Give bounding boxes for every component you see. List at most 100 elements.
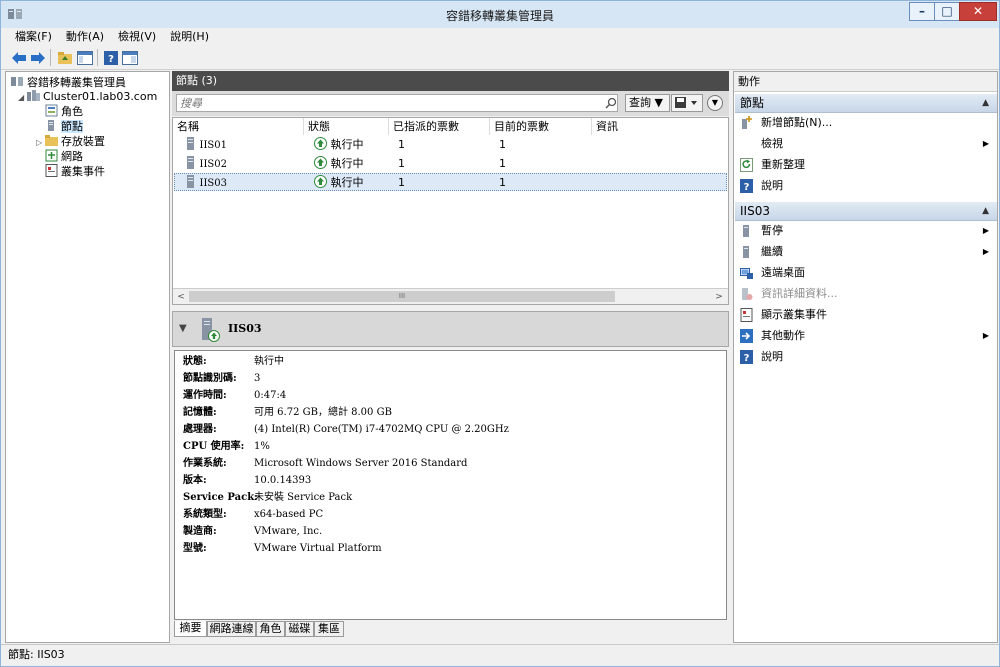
action-resume[interactable]: 繼續 ▶ [735, 242, 997, 262]
column-header-assigned-votes[interactable]: 已指派的票數 [389, 118, 490, 135]
column-header-current-votes[interactable]: 目前的票數 [490, 118, 592, 135]
maximize-button[interactable]: □ [934, 2, 960, 21]
menu-file[interactable]: 檔案(F) [8, 28, 59, 46]
events-icon [45, 164, 58, 177]
svg-text:?: ? [744, 353, 750, 364]
properties-pane-icon[interactable] [121, 49, 139, 66]
action-help[interactable]: ? 說明 [735, 176, 997, 196]
pause-node-icon [743, 225, 749, 237]
more-actions-icon [740, 329, 753, 343]
up-folder-icon[interactable] [56, 49, 74, 66]
status-bar: 節點: IIS03 [1, 644, 999, 666]
action-add-node[interactable]: 新增節點(N)... [735, 113, 997, 133]
node-status-cell: 執行中 [314, 136, 364, 154]
action-help-node[interactable]: ? 說明 [735, 347, 997, 367]
search-bar: 查詢 ▼ ▼ [172, 91, 729, 116]
svg-text:?: ? [744, 182, 750, 193]
action-pause[interactable]: 暫停 ▶ [735, 221, 997, 241]
nodes-icon [48, 120, 54, 131]
toolbar: ? [1, 46, 999, 70]
horizontal-scrollbar[interactable]: < III > [173, 288, 728, 304]
action-info-details[interactable]: 資訊詳細資料... [735, 284, 997, 304]
expand-icon[interactable]: ▷ [36, 138, 42, 147]
collapse-chevron-icon[interactable]: ▼ [179, 323, 187, 334]
tree-item-roles[interactable]: 角色 [45, 104, 83, 119]
action-group-iis03[interactable]: IIS03 ▲ [735, 202, 997, 221]
help-icon[interactable]: ? [102, 49, 120, 66]
column-header-info[interactable]: 資訊 [592, 118, 728, 135]
column-header-name[interactable]: 名稱 [173, 118, 304, 135]
tab-network-connections[interactable]: 網路連線 [207, 621, 256, 637]
tree-item-cluster-events[interactable]: 叢集事件 [45, 164, 105, 179]
title-bar: 容錯移轉叢集管理員 – □ ✕ [1, 1, 999, 28]
forward-icon[interactable] [29, 49, 47, 66]
action-group-nodes[interactable]: 節點 ▲ [735, 94, 997, 113]
minimize-button[interactable]: – [909, 2, 935, 21]
server-icon [187, 156, 194, 169]
node-status-cell: 執行中 [314, 174, 364, 192]
summary-panel: 狀態: 執行中 節點識別碼: 3 運作時間: 0:47:4 記憶體: 可用 6.72 G… [174, 350, 727, 620]
tree-item-storage[interactable]: 存放裝置 [45, 134, 105, 149]
collapse-icon[interactable]: ◢ [18, 93, 24, 102]
server-icon [187, 137, 194, 150]
node-status-cell: 執行中 [314, 155, 364, 173]
action-show-cluster-events[interactable]: 顯示叢集事件 [735, 305, 997, 325]
menu-view[interactable]: 檢視(V) [111, 28, 163, 46]
refresh-icon [740, 158, 753, 172]
query-dropdown-button[interactable]: 查詢 ▼ [625, 94, 670, 112]
collapse-up-icon[interactable]: ▲ [982, 94, 989, 113]
search-icon[interactable] [605, 97, 617, 109]
search-input[interactable] [176, 94, 618, 112]
status-up-icon [314, 156, 327, 169]
save-icon [675, 97, 697, 108]
events-icon [740, 308, 753, 322]
expand-options-icon[interactable]: ▼ [707, 95, 723, 111]
window-title: 容錯移轉叢集管理員 [445, 9, 554, 23]
table-row-selected[interactable]: IIS03 執行中 1 1 [174, 173, 727, 191]
storage-icon [45, 135, 58, 146]
detail-header: ▼ IIS03 [172, 311, 729, 347]
info-details-icon [742, 288, 753, 300]
action-remote-desktop[interactable]: 遠端桌面 [735, 263, 997, 283]
tab-summary[interactable]: 摘要 [174, 621, 207, 637]
table-row[interactable]: IIS01 執行中 1 1 [174, 136, 727, 154]
scroll-thumb[interactable]: III [189, 291, 615, 302]
tab-pools[interactable]: 集區 [314, 621, 344, 637]
tree-item-nodes[interactable]: 節點 [45, 119, 83, 134]
node-name-cell: IIS02 [186, 155, 227, 174]
back-icon[interactable] [10, 49, 28, 66]
tree-cluster[interactable]: Cluster01.lab03.com [27, 89, 157, 104]
remote-desktop-icon [740, 268, 753, 279]
actions-pane: 動作 節點 ▲ 新增節點(N)... 檢視 ▶ 重新整理 ? 說明 IIS03 ▲ 暫停… [733, 71, 998, 643]
submenu-arrow-icon: ▶ [982, 331, 989, 340]
tab-roles[interactable]: 角色 [256, 621, 285, 637]
scroll-right-icon[interactable]: > [712, 290, 726, 304]
action-view[interactable]: 檢視 ▶ [735, 134, 997, 154]
action-more-actions[interactable]: 其他動作 ▶ [735, 326, 997, 346]
submenu-arrow-icon: ▶ [982, 226, 989, 235]
server-up-icon [202, 318, 220, 342]
collapse-up-icon[interactable]: ▲ [982, 202, 989, 221]
current-votes-cell: 1 [499, 138, 506, 151]
nodes-grid: 名稱 狀態 已指派的票數 目前的票數 資訊 IIS01 執行中 1 1 IIS0… [172, 117, 729, 305]
menu-help[interactable]: 說明(H) [163, 28, 216, 46]
tree-item-networks[interactable]: 網路 [45, 149, 83, 164]
column-header-status[interactable]: 狀態 [304, 118, 389, 135]
show-hide-tree-icon[interactable] [76, 49, 94, 66]
close-button[interactable]: ✕ [959, 2, 997, 21]
tab-disks[interactable]: 磁碟 [285, 621, 314, 637]
cluster-manager-icon [11, 77, 23, 86]
table-row[interactable]: IIS02 執行中 1 1 [174, 155, 727, 173]
tree-root[interactable]: 容錯移轉叢集管理員 [11, 75, 126, 90]
roles-icon [45, 104, 58, 117]
network-icon [45, 149, 58, 162]
cluster-icon [27, 90, 40, 101]
action-refresh[interactable]: 重新整理 [735, 155, 997, 175]
scroll-left-icon[interactable]: < [174, 290, 188, 304]
menu-bar: 檔案(F) 動作(A) 檢視(V) 說明(H) [1, 28, 999, 46]
assigned-votes-cell: 1 [398, 157, 405, 170]
menu-action[interactable]: 動作(A) [59, 28, 111, 46]
console-tree: 容錯移轉叢集管理員 ◢ Cluster01.lab03.com 角色 節點 ▷ … [5, 71, 170, 643]
help-icon: ? [740, 179, 753, 193]
save-query-button[interactable] [671, 94, 703, 112]
